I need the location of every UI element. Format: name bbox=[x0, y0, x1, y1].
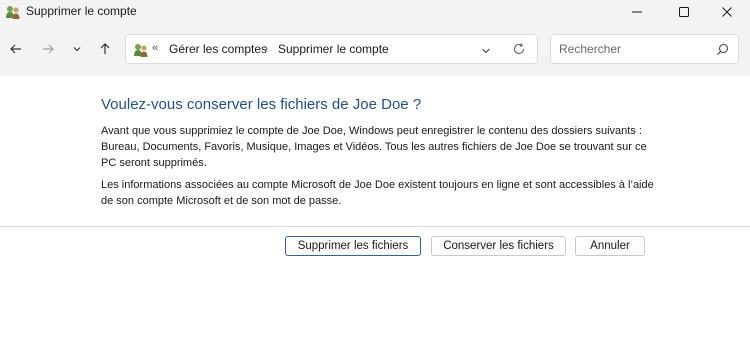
page-title: Voulez-vous conserver les fichiers de Jo… bbox=[101, 96, 422, 113]
users-icon bbox=[5, 4, 21, 20]
recent-locations-button[interactable] bbox=[66, 38, 88, 60]
delete-files-button[interactable]: Supprimer les fichiers bbox=[285, 236, 421, 256]
refresh-icon bbox=[513, 43, 525, 55]
breadcrumb-separator[interactable]: › bbox=[264, 41, 268, 55]
divider bbox=[0, 226, 750, 227]
address-history-button[interactable] bbox=[480, 44, 492, 56]
back-button[interactable] bbox=[5, 38, 27, 60]
maximize-button[interactable] bbox=[661, 0, 707, 24]
breadcrumb-manage-accounts[interactable]: Gérer les comptes bbox=[169, 42, 267, 56]
maximize-icon bbox=[679, 7, 689, 17]
up-button[interactable] bbox=[94, 38, 116, 60]
search-placeholder: Rechercher bbox=[559, 42, 622, 56]
chevron-down-icon bbox=[482, 48, 490, 54]
arrow-right-icon bbox=[43, 44, 54, 54]
breadcrumb-delete-account[interactable]: Supprimer le compte bbox=[278, 42, 389, 56]
info-paragraph-files: Avant que vous supprimiez le compte de J… bbox=[101, 125, 647, 169]
keep-files-button[interactable]: Conserver les fichiers bbox=[431, 236, 566, 256]
close-icon bbox=[722, 7, 732, 17]
navigation-bar: « Gérer les comptes › Supprimer le compt… bbox=[0, 24, 750, 76]
minimize-button[interactable] bbox=[614, 0, 660, 24]
users-icon bbox=[133, 42, 149, 58]
close-button[interactable] bbox=[704, 0, 750, 24]
minimize-icon bbox=[632, 11, 642, 13]
forward-button[interactable] bbox=[37, 38, 59, 60]
search-input[interactable]: Rechercher bbox=[550, 34, 739, 64]
address-overflow-button[interactable]: « bbox=[152, 42, 158, 54]
arrow-left-icon bbox=[10, 44, 21, 54]
info-paragraph-microsoft-account: Les informations associées au compte Mic… bbox=[101, 179, 654, 207]
dialog-content: Voulez-vous conserver les fichiers de Jo… bbox=[0, 76, 750, 360]
window-title: Supprimer le compte bbox=[26, 4, 137, 18]
cancel-button[interactable]: Annuler bbox=[575, 236, 645, 256]
chevron-down-icon bbox=[73, 47, 81, 52]
search-icon[interactable] bbox=[716, 43, 729, 56]
arrow-up-icon bbox=[100, 43, 110, 54]
title-bar: Supprimer le compte bbox=[0, 0, 750, 24]
address-bar[interactable]: « Gérer les comptes › Supprimer le compt… bbox=[125, 34, 538, 64]
refresh-button[interactable] bbox=[512, 42, 526, 56]
